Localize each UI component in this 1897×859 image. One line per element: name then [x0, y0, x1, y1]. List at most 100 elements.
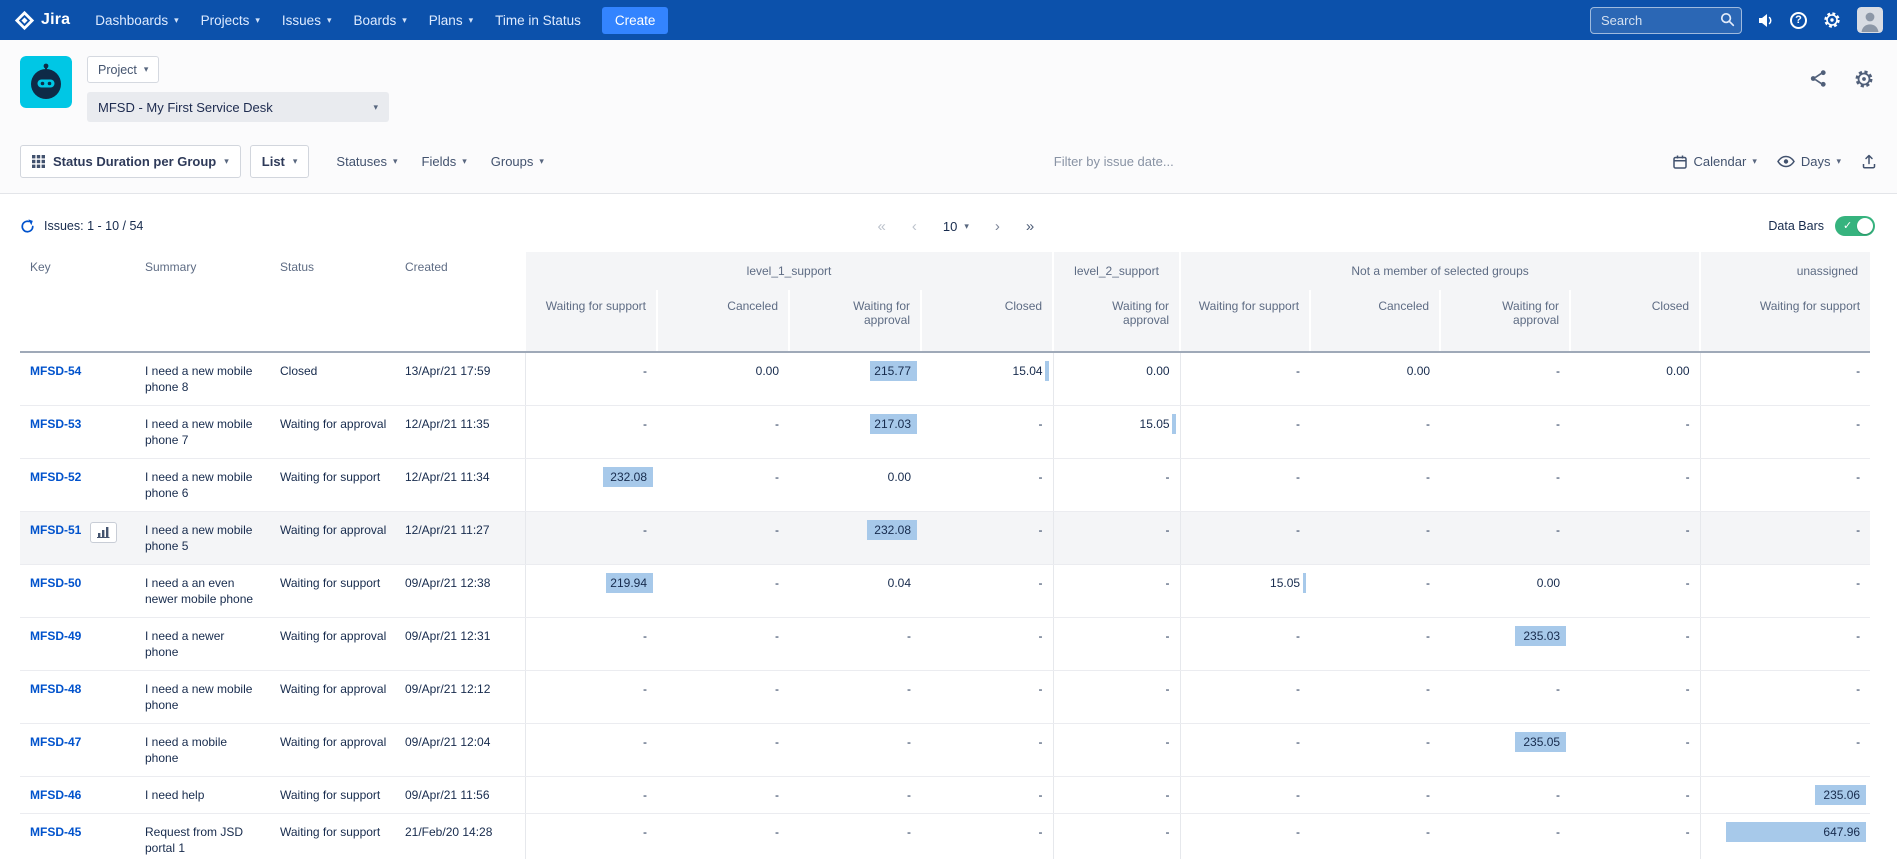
- issue-key-link[interactable]: MFSD-53: [30, 417, 81, 431]
- nav-item-label: Dashboards: [95, 13, 168, 28]
- next-page-button[interactable]: ›: [995, 218, 1000, 235]
- duration-cell-content: 0.00: [799, 469, 911, 485]
- duration-cell: -: [1700, 459, 1870, 512]
- duration-cell: -: [789, 618, 921, 671]
- issue-key-cell: MFSD-54: [20, 352, 135, 406]
- eye-icon: [1777, 155, 1795, 168]
- announcement-icon: [1757, 13, 1775, 28]
- issue-key-cell: MFSD-47: [20, 724, 135, 777]
- data-bars-toggle[interactable]: ✓: [1835, 216, 1875, 236]
- view-mode-button[interactable]: List ▾: [250, 145, 310, 178]
- duration-value: -: [1711, 681, 1861, 697]
- groups-menu-button[interactable]: Groups▾: [479, 154, 556, 169]
- issue-key-link[interactable]: MFSD-49: [30, 629, 81, 643]
- duration-value: 235.05: [1450, 734, 1560, 750]
- column-header-status[interactable]: Status: [270, 252, 395, 352]
- nav-item-issues[interactable]: Issues▾: [271, 0, 343, 40]
- nav-item-plans[interactable]: Plans▾: [418, 0, 484, 40]
- duration-cell-content: -: [799, 681, 911, 697]
- group-header-level-2-support: level_2_support: [1053, 252, 1180, 290]
- table-body: MFSD-54I need a new mobile phone 8Closed…: [20, 352, 1870, 859]
- share-button[interactable]: [1808, 68, 1829, 92]
- report-settings-button[interactable]: [1853, 68, 1875, 93]
- summary-cell: I need a an even newer mobile phone: [135, 565, 270, 618]
- issue-key-link[interactable]: MFSD-47: [30, 735, 81, 749]
- calendar-button[interactable]: Calendar ▾: [1672, 154, 1757, 170]
- duration-cell-content: 235.05: [1450, 734, 1560, 750]
- column-header-waiting-for-approval[interactable]: Waiting for approval: [1053, 290, 1180, 352]
- issue-key-link[interactable]: MFSD-46: [30, 788, 81, 802]
- duration-cell: 217.03: [789, 406, 921, 459]
- duration-cell: -: [1310, 459, 1440, 512]
- nav-item-label: Plans: [429, 13, 463, 28]
- status-cell: Waiting for approval: [270, 406, 395, 459]
- column-header-summary[interactable]: Summary: [135, 252, 270, 352]
- nav-item-projects[interactable]: Projects▾: [190, 0, 271, 40]
- column-header-closed[interactable]: Closed: [1570, 290, 1700, 352]
- settings-button[interactable]: [1822, 10, 1842, 30]
- issue-key-link[interactable]: MFSD-51: [30, 523, 81, 537]
- announcement-button[interactable]: [1757, 13, 1775, 28]
- chevron-down-icon: ▾: [373, 102, 378, 113]
- group-header-level-1-support: level_1_support: [525, 252, 1053, 290]
- column-header-waiting-for-support[interactable]: Waiting for support: [1180, 290, 1310, 352]
- duration-cell: -: [657, 459, 789, 512]
- duration-value: -: [1191, 522, 1301, 538]
- issue-key-link[interactable]: MFSD-48: [30, 682, 81, 696]
- issue-key-link[interactable]: MFSD-54: [30, 364, 81, 378]
- column-header-canceled[interactable]: Canceled: [657, 290, 789, 352]
- duration-cell-content: -: [799, 787, 911, 803]
- report-table-section: KeySummaryStatusCreatedlevel_1_supportle…: [0, 252, 1897, 859]
- column-header-waiting-for-support[interactable]: Waiting for support: [525, 290, 657, 352]
- nav-item-boards[interactable]: Boards▾: [342, 0, 417, 40]
- duration-cell-content: -: [1191, 628, 1301, 644]
- column-header-waiting-for-approval[interactable]: Waiting for approval: [1440, 290, 1570, 352]
- duration-value: 219.94: [536, 575, 648, 591]
- column-header-waiting-for-support[interactable]: Waiting for support: [1700, 290, 1870, 352]
- issue-key-link[interactable]: MFSD-50: [30, 576, 81, 590]
- row-chart-button[interactable]: [90, 522, 117, 543]
- column-header-created[interactable]: Created: [395, 252, 525, 352]
- statuses-menu-button[interactable]: Statuses▾: [324, 154, 409, 169]
- chevron-down-icon: ▾: [539, 156, 544, 167]
- project-type-dropdown[interactable]: Project ▾: [87, 56, 159, 83]
- chevron-down-icon: ▾: [255, 15, 260, 26]
- duration-cell: -: [1180, 777, 1310, 814]
- duration-cell-content: -: [1064, 681, 1170, 697]
- profile-avatar[interactable]: [1857, 7, 1883, 33]
- project-select[interactable]: MFSD - My First Service Desk ▾: [87, 92, 389, 122]
- column-header-canceled[interactable]: Canceled: [1310, 290, 1440, 352]
- toolbar: Status Duration per Group ▾ List ▾ Statu…: [0, 134, 1897, 194]
- column-header-closed[interactable]: Closed: [921, 290, 1053, 352]
- page-size-dropdown[interactable]: 10 ▾: [943, 219, 969, 234]
- issue-key-cell: MFSD-48: [20, 671, 135, 724]
- refresh-button[interactable]: [20, 219, 35, 234]
- first-page-button[interactable]: «: [878, 218, 886, 235]
- fields-menu-button[interactable]: Fields▾: [410, 154, 479, 169]
- duration-cell-content: -: [1191, 469, 1301, 485]
- duration-cell: -: [1180, 618, 1310, 671]
- duration-value: -: [1450, 469, 1560, 485]
- issue-key-link[interactable]: MFSD-45: [30, 825, 81, 839]
- chevron-down-icon: ▾: [224, 156, 229, 167]
- issue-key-link[interactable]: MFSD-52: [30, 470, 81, 484]
- create-button[interactable]: Create: [602, 7, 669, 34]
- export-button[interactable]: [1861, 153, 1877, 170]
- issue-date-filter-input[interactable]: [964, 154, 1264, 169]
- help-button[interactable]: ?: [1790, 12, 1807, 29]
- duration-cell: 15.05: [1180, 565, 1310, 618]
- prev-page-button[interactable]: ‹: [912, 218, 917, 235]
- duration-value: -: [1320, 824, 1430, 840]
- toolbar-menus: Statuses▾Fields▾Groups▾: [324, 154, 556, 169]
- time-unit-button[interactable]: Days ▾: [1777, 154, 1841, 169]
- last-page-button[interactable]: »: [1026, 218, 1034, 235]
- column-header-key[interactable]: Key: [20, 252, 135, 352]
- column-header-waiting-for-approval[interactable]: Waiting for approval: [789, 290, 921, 352]
- duration-cell: -: [1700, 671, 1870, 724]
- nav-item-time-in-status[interactable]: Time in Status: [484, 0, 592, 40]
- duration-cell-content: -: [667, 416, 779, 432]
- jira-logo[interactable]: Jira: [14, 10, 70, 31]
- report-type-button[interactable]: Status Duration per Group ▾: [20, 145, 241, 178]
- nav-item-dashboards[interactable]: Dashboards▾: [84, 0, 189, 40]
- duration-value: -: [1580, 681, 1690, 697]
